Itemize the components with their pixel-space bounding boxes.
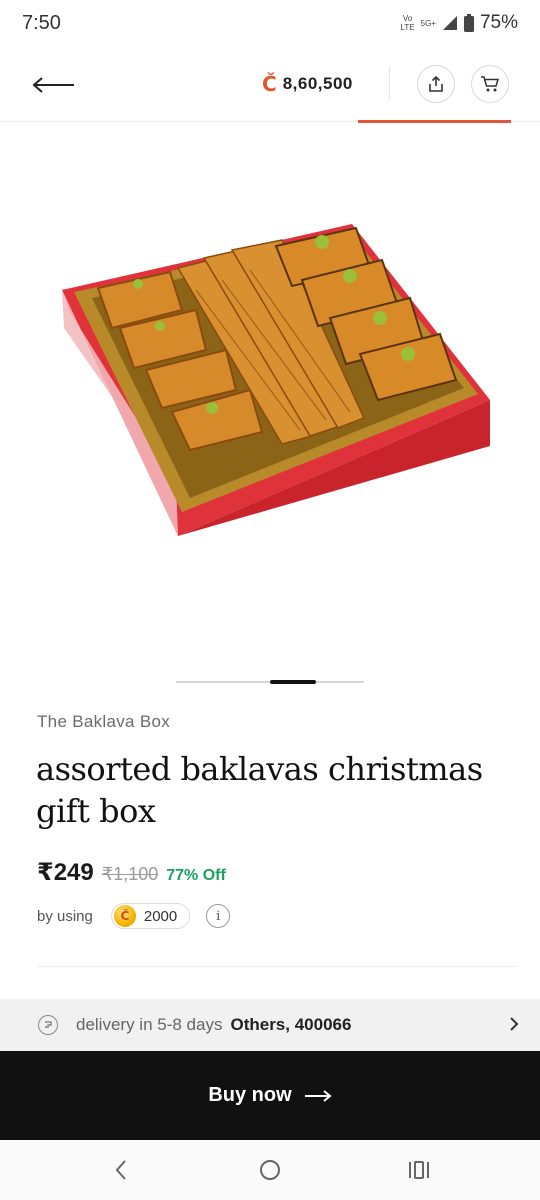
nav-back-icon: [115, 1160, 126, 1180]
volte-label: Vo: [402, 14, 413, 23]
product-image[interactable]: [0, 150, 540, 650]
buy-now-label: Buy now: [208, 1084, 292, 1106]
carousel-active-thumb: [270, 680, 316, 684]
original-price: ₹1,100: [101, 864, 159, 884]
network-indicator: Vo LTE: [401, 14, 415, 32]
baklava-box-image: [62, 224, 490, 536]
lte-label: LTE: [400, 23, 415, 32]
system-nav-bar: [0, 1140, 540, 1200]
nav-back-button[interactable]: [107, 1158, 135, 1182]
nav-recents-button[interactable]: [405, 1158, 433, 1182]
signal-label: 5G+: [420, 18, 436, 28]
back-arrow-icon: [32, 77, 74, 93]
top-app-bar: C̆ 8,60,500: [0, 50, 540, 123]
chevron-right-icon: [510, 1017, 519, 1031]
section-divider: [37, 966, 517, 967]
arrow-right-icon: [304, 1089, 332, 1102]
sale-price: ₹249: [37, 859, 94, 886]
signal-icon: [442, 16, 457, 30]
battery-icon: [463, 14, 474, 32]
header-divider: [389, 66, 390, 100]
share-button[interactable]: [417, 65, 455, 103]
status-bar: 7:50 Vo LTE 5G+ 75%: [0, 0, 540, 50]
cart-icon: [481, 76, 500, 92]
status-icons: Vo LTE 5G+ 75%: [401, 12, 518, 34]
back-button[interactable]: [32, 70, 84, 100]
coins-required-pill: C̆ 2000: [110, 903, 191, 929]
delivery-location: Others, 400066: [230, 1015, 352, 1034]
battery-level: 75%: [479, 12, 518, 33]
nav-recents-icon: [409, 1161, 429, 1179]
delivery-strip[interactable]: delivery in 5-8 days Others, 400066: [0, 999, 540, 1051]
coin-balance-value: 8,60,500: [282, 74, 353, 93]
buy-now-button[interactable]: Buy now: [0, 1051, 540, 1140]
header-accent-underline: [358, 120, 511, 123]
delivery-estimate: delivery in 5-8 days: [76, 1015, 223, 1034]
status-time: 7:50: [22, 12, 61, 34]
coin-icon: C̆: [113, 905, 136, 927]
brand-name[interactable]: The Baklava Box: [37, 712, 170, 732]
coins-required-value: 2000: [143, 907, 178, 925]
product-title: assorted baklavas christmas gift box: [36, 750, 483, 830]
coin-usage-row: by using C̆ 2000 i: [37, 903, 231, 929]
coin-icon: C̆: [262, 72, 277, 96]
nav-home-icon: [260, 1160, 280, 1180]
share-icon: [429, 75, 443, 92]
image-carousel-indicator[interactable]: [176, 680, 364, 684]
coin-balance[interactable]: C̆ 8,60,500: [262, 72, 353, 96]
delivery-icon: [38, 1015, 58, 1035]
info-icon[interactable]: i: [206, 904, 231, 928]
discount-label: 77% Off: [166, 867, 226, 884]
cart-button[interactable]: [471, 65, 509, 103]
price-row: ₹249 ₹1,100 77% Off: [37, 858, 226, 887]
using-label: by using: [37, 907, 93, 925]
nav-home-button[interactable]: [256, 1158, 284, 1182]
